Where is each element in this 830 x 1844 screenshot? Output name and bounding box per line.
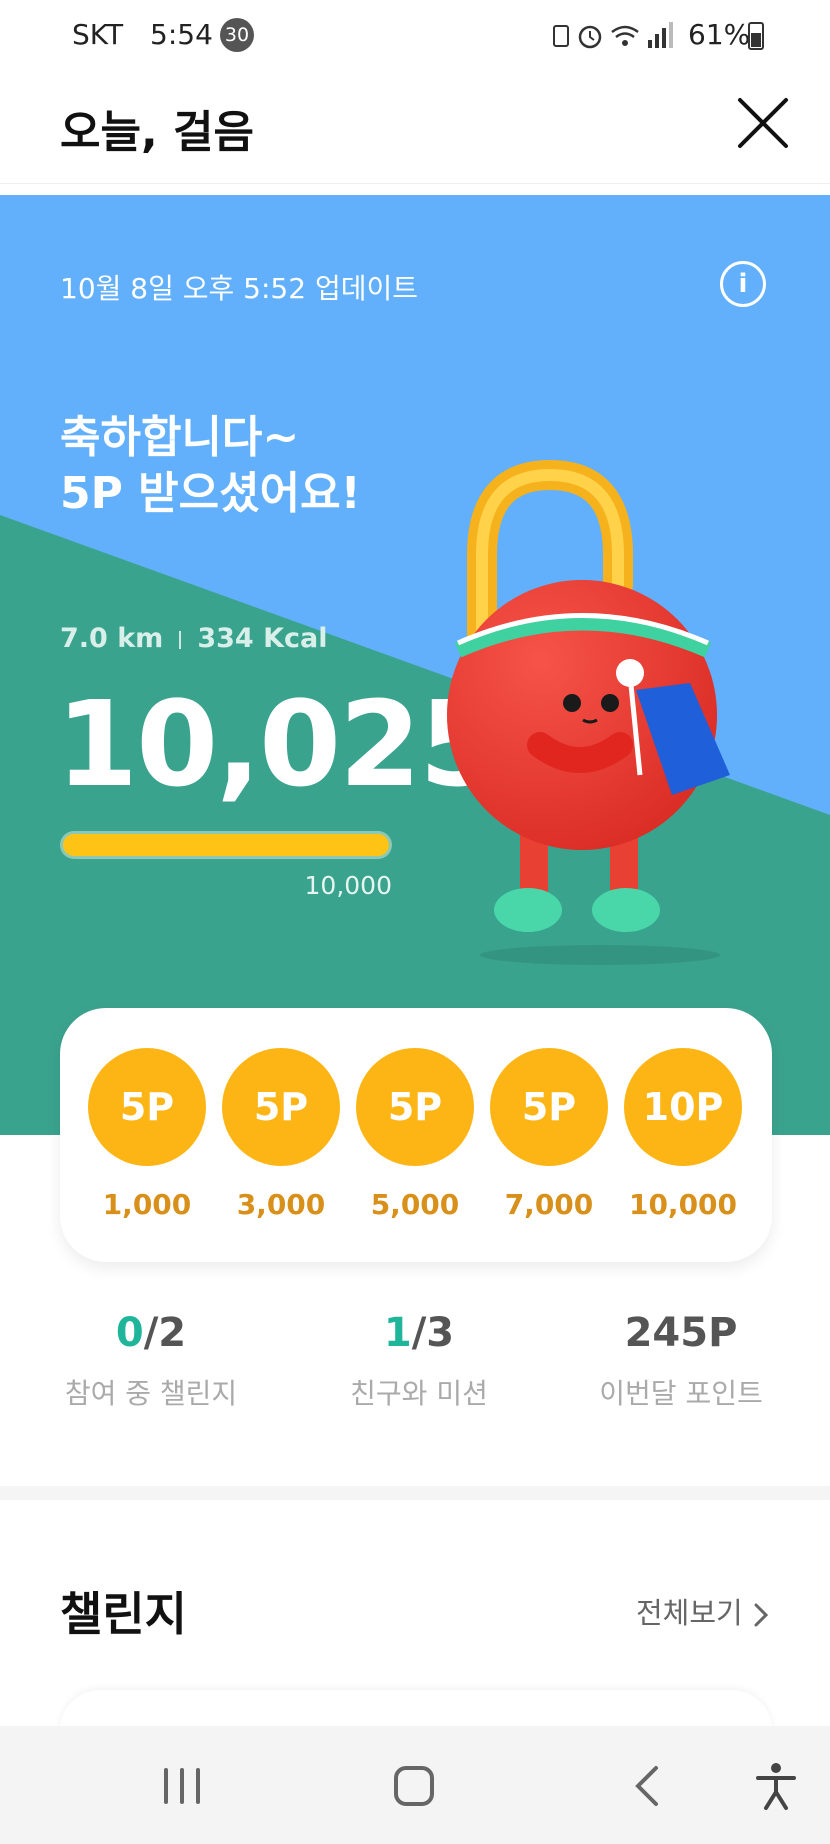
step-progress-bar (60, 831, 392, 859)
status-bar: SKT 5:54 30 61% (0, 0, 830, 72)
reward-steps: 3,000 (236, 1188, 326, 1221)
recent-apps-icon[interactable] (152, 1756, 212, 1816)
close-icon[interactable] (732, 92, 794, 154)
reward-steps: 10,000 (628, 1188, 738, 1221)
step-hero: 10월 8일 오후 5:52 업데이트 i 축하합니다~ 5P 받으셨어요! 7… (0, 195, 830, 1135)
monthly-points: 245P (624, 1310, 738, 1356)
reward-milestone[interactable]: 5P 1,000 (88, 1048, 206, 1221)
missions-count: 1/3 (304, 1310, 534, 1356)
missions-current: 1 (383, 1310, 412, 1356)
system-nav-bar (0, 1726, 830, 1844)
status-icons (553, 22, 673, 49)
info-icon[interactable]: i (720, 261, 766, 307)
status-time: 5:54 (150, 18, 213, 51)
reward-milestone[interactable]: 5P 5,000 (356, 1048, 474, 1221)
calories-value: 334 Kcal (197, 623, 328, 654)
challenges-label: 참여 중 챌린지 (64, 1377, 238, 1410)
home-icon[interactable] (384, 1756, 444, 1816)
reward-steps: 1,000 (102, 1188, 192, 1221)
lock-mascot-illustration (447, 459, 730, 965)
challenges-count: 0/2 (36, 1310, 266, 1356)
reward-milestone[interactable]: 5P 3,000 (222, 1048, 340, 1221)
reward-coin: 5P (222, 1048, 340, 1166)
notification-count-badge: 30 (220, 18, 254, 52)
section-divider (0, 1486, 830, 1500)
app-header: 오늘, 걸음 (0, 72, 830, 184)
see-all-label: 전체보기 (636, 1596, 743, 1630)
reward-steps: 7,000 (504, 1188, 594, 1221)
reward-milestones-card: 5P 1,000 5P 3,000 5P 5,000 5P 7,000 10P … (60, 1008, 772, 1262)
congrats-message: 축하합니다~ 5P 받으셨어요! (60, 410, 361, 522)
challenges-summary[interactable]: 0/2 참여 중 챌린지 (36, 1310, 266, 1412)
points-summary[interactable]: 245P 이번달 포인트 (566, 1310, 796, 1412)
reward-coin: 5P (88, 1048, 206, 1166)
battery-level: 61% (688, 18, 751, 51)
chevron-right-icon (754, 1603, 769, 1627)
challenges-current: 0 (115, 1310, 144, 1356)
reward-milestone[interactable]: 5P 7,000 (490, 1048, 608, 1221)
missions-label: 친구와 미션 (350, 1377, 488, 1410)
carrier-label: SKT (72, 18, 124, 51)
distance-value: 7.0 km (60, 623, 164, 654)
congrats-line-1: 축하합니다~ (60, 412, 300, 463)
page-title: 오늘, 걸음 (60, 107, 254, 158)
step-goal: 10,000 (304, 871, 392, 900)
step-count: 10,025 (56, 675, 501, 813)
reward-milestone[interactable]: 10P 10,000 (624, 1048, 742, 1221)
activity-stats: 7.0 km 334 Kcal (60, 623, 328, 654)
challenge-section-title: 챌린지 (60, 1587, 187, 1641)
points-label: 이번달 포인트 (599, 1377, 763, 1410)
congrats-line-2: 5P 받으셨어요! (60, 468, 361, 519)
back-icon[interactable] (618, 1756, 678, 1816)
missions-summary[interactable]: 1/3 친구와 미션 (304, 1310, 534, 1412)
reward-coin: 5P (490, 1048, 608, 1166)
battery-icon (748, 22, 764, 50)
reward-coin: 10P (624, 1048, 742, 1166)
summary-stats: 0/2 참여 중 챌린지 1/3 친구와 미션 245P 이번달 포인트 (0, 1310, 830, 1420)
missions-total: /3 (411, 1310, 455, 1356)
challenges-total: /2 (143, 1310, 187, 1356)
accessibility-icon[interactable] (746, 1756, 806, 1816)
stats-divider (179, 630, 182, 649)
reward-coin: 5P (356, 1048, 474, 1166)
reward-steps: 5,000 (370, 1188, 460, 1221)
step-progress-fill (63, 834, 389, 856)
see-all-link[interactable]: 전체보기 (636, 1590, 770, 1632)
update-timestamp: 10월 8일 오후 5:52 업데이트 (60, 272, 419, 305)
